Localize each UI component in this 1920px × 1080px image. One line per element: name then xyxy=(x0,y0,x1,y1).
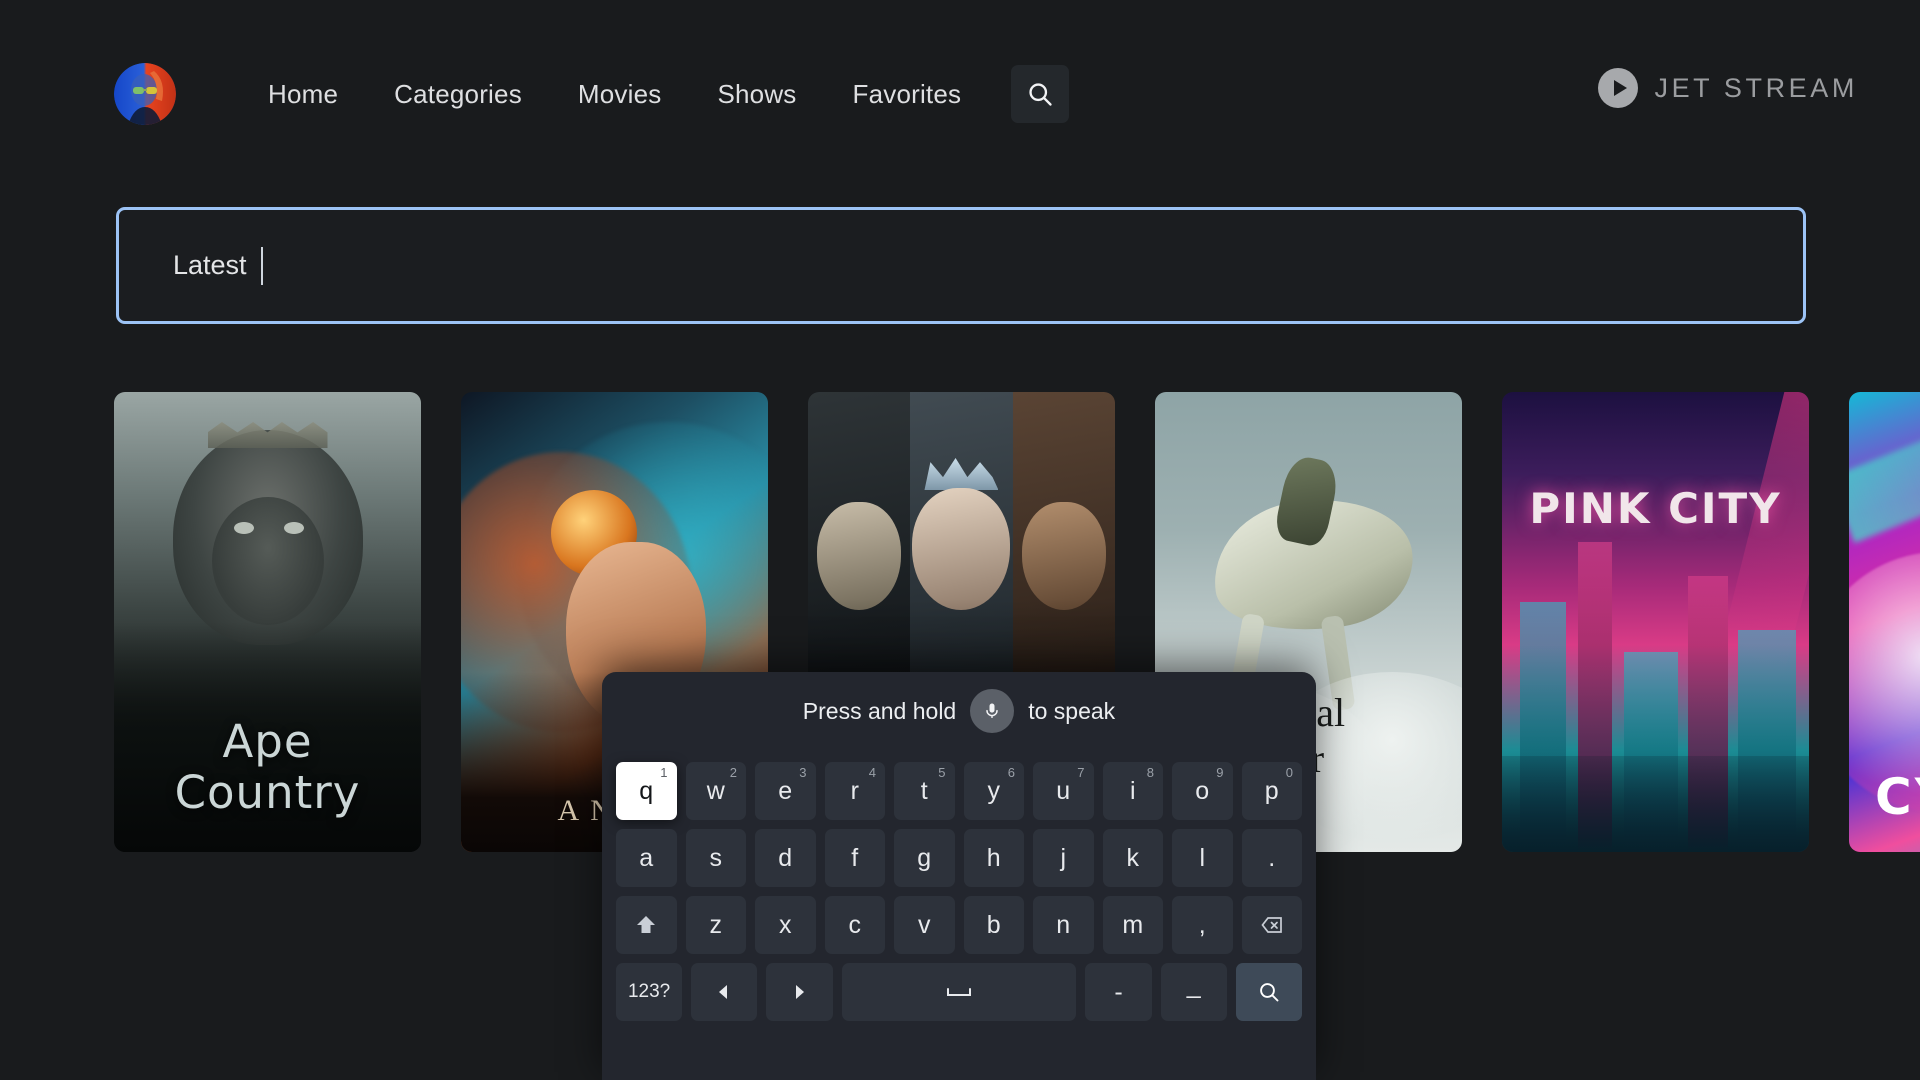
key-e[interactable]: e3 xyxy=(755,762,816,820)
key-label: o xyxy=(1195,776,1210,805)
keyboard-row-3: z x c v b n m , xyxy=(616,896,1302,954)
avatar[interactable] xyxy=(114,63,176,125)
key-v[interactable]: v xyxy=(894,896,955,954)
key-u[interactable]: u7 xyxy=(1033,762,1094,820)
onscreen-keyboard: Press and hold to speak q1 w2 e3 r4 t5 y… xyxy=(602,672,1316,1080)
key-comma[interactable]: , xyxy=(1172,896,1233,954)
keyboard-row-4: 123? - _ xyxy=(616,963,1302,1021)
arrow-left-icon xyxy=(719,985,728,999)
key-alt-label: 2 xyxy=(729,765,737,780)
nav-favorites[interactable]: Favorites xyxy=(825,63,990,125)
key-label: u xyxy=(1056,776,1071,805)
key-alt-label: 4 xyxy=(868,765,876,780)
poster-artwork xyxy=(114,392,421,852)
key-period[interactable]: . xyxy=(1241,829,1302,887)
nav-home[interactable]: Home xyxy=(240,63,366,125)
key-search-submit[interactable] xyxy=(1235,963,1302,1021)
voice-prompt-before: Press and hold xyxy=(802,697,957,724)
voice-prompt-after: to speak xyxy=(1028,697,1116,724)
key-label: p xyxy=(1264,776,1279,805)
poster-ape-country[interactable]: Ape Country xyxy=(114,392,421,852)
brand-text: JET STREAM xyxy=(1654,72,1858,103)
nav-categories[interactable]: Categories xyxy=(366,63,550,125)
nav-shows[interactable]: Shows xyxy=(689,63,824,125)
space-icon xyxy=(946,988,971,996)
key-arrow-right[interactable] xyxy=(766,963,833,1021)
key-space[interactable] xyxy=(841,963,1077,1021)
key-p[interactable]: p0 xyxy=(1241,762,1302,820)
text-caret xyxy=(260,246,263,285)
microphone-button[interactable] xyxy=(970,689,1015,733)
keyboard-row-2: a s d f g h j k l . xyxy=(616,829,1302,887)
key-z[interactable]: z xyxy=(685,896,746,954)
key-d[interactable]: d xyxy=(755,829,816,887)
key-g[interactable]: g xyxy=(894,829,955,887)
keyboard-row-1: q1 w2 e3 r4 t5 y6 u7 i8 o9 p0 xyxy=(616,762,1302,820)
poster-cy[interactable]: CY xyxy=(1849,392,1920,852)
microphone-icon xyxy=(986,703,998,718)
nav-search-button[interactable] xyxy=(1011,65,1070,123)
key-n[interactable]: n xyxy=(1033,896,1094,954)
main-nav: Home Categories Movies Shows Favorites xyxy=(240,63,1070,125)
arrow-right-icon xyxy=(796,985,805,999)
key-arrow-left[interactable] xyxy=(691,963,758,1021)
key-t[interactable]: t5 xyxy=(894,762,955,820)
search-input-value: Latest xyxy=(173,250,247,280)
key-w[interactable]: w2 xyxy=(685,762,746,820)
key-f[interactable]: f xyxy=(824,829,885,887)
key-i[interactable]: i8 xyxy=(1102,762,1163,820)
key-s[interactable]: s xyxy=(685,829,746,887)
key-c[interactable]: c xyxy=(824,896,885,954)
key-alt-label: 0 xyxy=(1285,765,1293,780)
key-o[interactable]: o9 xyxy=(1172,762,1233,820)
key-symbols[interactable]: 123? xyxy=(616,963,683,1021)
key-h[interactable]: h xyxy=(963,829,1024,887)
app-root: Home Categories Movies Shows Favorites J… xyxy=(0,0,1920,1080)
search-icon xyxy=(1260,983,1279,1002)
shift-icon xyxy=(637,916,656,933)
key-label: w xyxy=(706,776,725,805)
key-label: y xyxy=(987,776,1001,805)
key-alt-label: 3 xyxy=(799,765,807,780)
key-b[interactable]: b xyxy=(963,896,1024,954)
key-alt-label: 5 xyxy=(938,765,946,780)
key-label: i xyxy=(1129,776,1136,805)
key-alt-label: 7 xyxy=(1077,765,1085,780)
key-label: q xyxy=(639,776,654,805)
key-a[interactable]: a xyxy=(616,829,677,887)
key-hyphen[interactable]: - xyxy=(1085,963,1152,1021)
key-x[interactable]: x xyxy=(755,896,816,954)
avatar-image xyxy=(114,63,176,125)
key-k[interactable]: k xyxy=(1102,829,1163,887)
key-q[interactable]: q1 xyxy=(616,762,677,820)
keyboard-rows: q1 w2 e3 r4 t5 y6 u7 i8 o9 p0 a s d f g … xyxy=(602,750,1316,1046)
poster-artwork xyxy=(1502,392,1809,852)
key-alt-label: 1 xyxy=(660,765,668,780)
key-alt-label: 8 xyxy=(1146,765,1154,780)
nav-movies[interactable]: Movies xyxy=(550,63,690,125)
backspace-icon xyxy=(1261,917,1282,933)
key-alt-label: 6 xyxy=(1007,765,1015,780)
key-j[interactable]: j xyxy=(1033,829,1094,887)
key-alt-label: 9 xyxy=(1216,765,1224,780)
key-r[interactable]: r4 xyxy=(824,762,885,820)
key-l[interactable]: l xyxy=(1172,829,1233,887)
brand-logo: JET STREAM xyxy=(1598,68,1858,108)
key-backspace[interactable] xyxy=(1241,896,1302,954)
key-m[interactable]: m xyxy=(1102,896,1163,954)
voice-prompt: Press and hold to speak xyxy=(602,672,1316,750)
app-header: Home Categories Movies Shows Favorites J… xyxy=(0,0,1920,170)
key-shift[interactable] xyxy=(616,896,677,954)
play-circle-icon xyxy=(1598,68,1639,108)
search-icon xyxy=(1029,83,1052,106)
key-label: t xyxy=(920,776,928,805)
key-y[interactable]: y6 xyxy=(963,762,1024,820)
key-underscore[interactable]: _ xyxy=(1160,963,1227,1021)
key-label: e xyxy=(778,776,793,805)
poster-artwork xyxy=(1849,392,1920,852)
search-input[interactable]: Latest xyxy=(116,207,1806,324)
poster-pink-city[interactable]: PINK CITY xyxy=(1502,392,1809,852)
key-label: r xyxy=(850,776,859,805)
